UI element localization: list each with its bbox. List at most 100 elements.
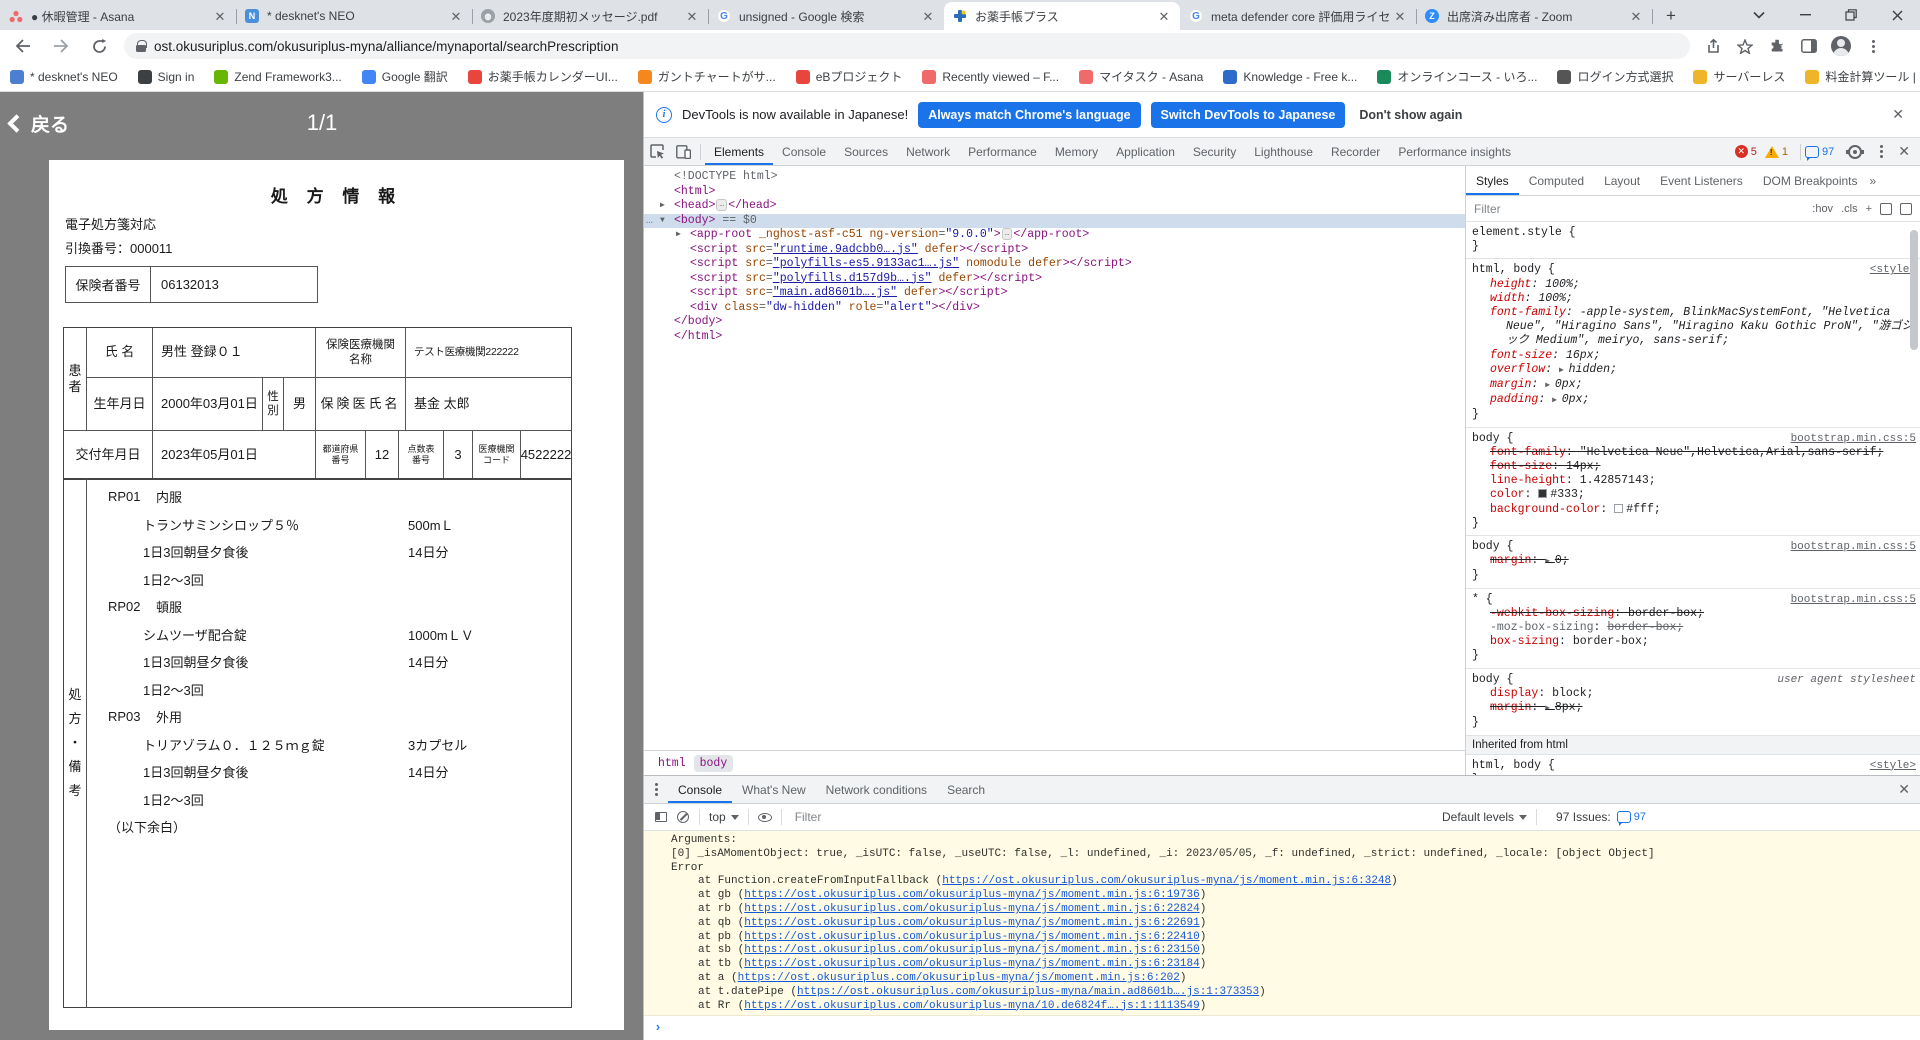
console-stack-line[interactable]: at gb (https://ost.okusuriplus.com/okusu… xyxy=(644,889,1920,903)
drawer-tab-network-conditions[interactable]: Network conditions xyxy=(816,776,937,803)
drawer-tab-search[interactable]: Search xyxy=(937,776,995,803)
tab-close-icon[interactable]: ✕ xyxy=(1156,8,1172,24)
address-bar[interactable]: ost.okusuriplus.com/okusuriplus-myna/all… xyxy=(124,33,1690,59)
bookmark-item[interactable]: ガントチャートがサ... xyxy=(638,68,776,85)
bookmark-item[interactable]: サーバーレス xyxy=(1693,68,1785,85)
bookmark-item[interactable]: Google 翻訳 xyxy=(362,68,448,85)
css-property[interactable]: margin: ▶ 8px; xyxy=(1472,701,1916,716)
inspect-element-icon[interactable] xyxy=(644,139,670,165)
bookmark-item[interactable]: Zend Framework3... xyxy=(214,70,341,84)
css-property[interactable]: font-family: -apple-system, BlinkMacSyst… xyxy=(1472,306,1916,349)
devtools-tab-network[interactable]: Network xyxy=(897,138,959,165)
css-property[interactable]: margin: ▶ 0; xyxy=(1472,554,1916,569)
console-stack-line[interactable]: at sb (https://ost.okusuriplus.com/okusu… xyxy=(644,944,1920,958)
drawer-tab-what's-new[interactable]: What's New xyxy=(732,776,816,803)
minimize-button[interactable] xyxy=(1782,0,1828,30)
shorthand-arrow-icon[interactable]: ▶ xyxy=(1552,396,1562,405)
dom-tree-line[interactable]: …▼<body> == $0 xyxy=(644,214,1465,229)
console-stack-line[interactable]: at rb (https://ost.okusuriplus.com/okusu… xyxy=(644,903,1920,917)
context-selector[interactable]: top xyxy=(705,810,743,824)
styles-tab-event-listeners[interactable]: Event Listeners xyxy=(1650,166,1753,195)
devtools-tab-sources[interactable]: Sources xyxy=(835,138,897,165)
close-window-button[interactable] xyxy=(1874,0,1920,30)
console-message-line[interactable]: Arguments: xyxy=(644,834,1920,848)
css-property[interactable]: background-color: #fff; xyxy=(1472,503,1916,517)
css-rule[interactable]: body {user agent stylesheetdisplay: bloc… xyxy=(1466,669,1920,736)
tab-search-chevron-icon[interactable] xyxy=(1736,0,1782,30)
dom-tree-line[interactable]: <script src="main.ad8601b….js" defer></s… xyxy=(644,286,1465,301)
stylesheet-link[interactable]: bootstrap.min.css:5 xyxy=(1791,432,1916,446)
shorthand-arrow-icon[interactable]: ▶ xyxy=(1559,366,1569,375)
dom-tree-line[interactable]: <!DOCTYPE html> xyxy=(644,170,1465,185)
dom-tree-line[interactable]: </html> xyxy=(644,330,1465,345)
css-property[interactable]: -moz-box-sizing: border-box; xyxy=(1472,621,1916,635)
computed-panel-icon[interactable] xyxy=(1900,203,1912,215)
bookmark-item[interactable]: マイタスク - Asana xyxy=(1079,68,1203,85)
bookmark-item[interactable]: オンラインコース - いろ... xyxy=(1377,68,1537,85)
console-stack-line[interactable]: at tb (https://ost.okusuriplus.com/okusu… xyxy=(644,958,1920,972)
bookmark-item[interactable]: お薬手帳カレンダーUI... xyxy=(468,68,618,85)
error-badge[interactable]: ✕5 xyxy=(1735,145,1757,158)
color-swatch[interactable] xyxy=(1614,504,1623,513)
bookmark-item[interactable]: 料金計算ツール | Mic... xyxy=(1805,68,1920,85)
device-toolbar-icon[interactable] xyxy=(670,139,696,165)
browser-tab-4[interactable]: Gunsigned - Google 検索✕ xyxy=(708,2,944,30)
profile-avatar[interactable] xyxy=(1826,31,1856,61)
dom-tree-line[interactable]: <html> xyxy=(644,185,1465,200)
bookmark-item[interactable]: eBプロジェクト xyxy=(796,68,903,85)
stack-frame-link[interactable]: https://ost.okusuriplus.com/okusuriplus-… xyxy=(744,917,1199,929)
stylesheet-link[interactable]: <style> xyxy=(1870,759,1916,773)
css-rule[interactable]: html, body {<style>} xyxy=(1466,755,1920,775)
devtools-tab-lighthouse[interactable]: Lighthouse xyxy=(1245,138,1322,165)
log-levels-selector[interactable]: Default levels xyxy=(1438,810,1531,824)
stack-frame-link[interactable]: https://ost.okusuriplus.com/okusuriplus-… xyxy=(738,972,1180,984)
dom-tree-line[interactable]: ▶<app-root _nghost-asf-c51 ng-version="9… xyxy=(644,228,1465,243)
issues-badge[interactable]: 97 xyxy=(1805,146,1834,158)
css-rule[interactable]: * {bootstrap.min.css:5-webkit-box-sizing… xyxy=(1466,589,1920,669)
drawer-tab-console[interactable]: Console xyxy=(668,776,732,803)
lock-icon[interactable] xyxy=(136,40,146,52)
dont-show-again-button[interactable]: Don't show again xyxy=(1359,108,1462,122)
styles-tab-styles[interactable]: Styles xyxy=(1466,166,1519,195)
devtools-tab-application[interactable]: Application xyxy=(1107,138,1184,165)
css-property[interactable]: color: #333; xyxy=(1472,488,1916,502)
maximize-restore-button[interactable] xyxy=(1828,0,1874,30)
color-swatch[interactable] xyxy=(1538,489,1547,498)
stack-frame-link[interactable]: https://ost.okusuriplus.com/okusuriplus-… xyxy=(744,931,1199,943)
console-stack-line[interactable]: at Function.createFromInputFallback (htt… xyxy=(644,875,1920,889)
browser-tab-6[interactable]: Gmeta defender core 評価用ライセ✕ xyxy=(1180,2,1416,30)
browser-tab-5[interactable]: お薬手帳プラス✕ xyxy=(944,2,1180,30)
devtools-tab-elements[interactable]: Elements xyxy=(705,138,773,165)
tab-close-icon[interactable]: ✕ xyxy=(684,8,700,24)
back-button[interactable]: 戻る xyxy=(10,110,69,137)
browser-tab-3[interactable]: ◍2023年度期初メッセージ.pdf✕ xyxy=(472,2,708,30)
css-property[interactable]: width: 100%; xyxy=(1472,292,1916,306)
clear-console-icon[interactable] xyxy=(672,806,694,828)
shorthand-arrow-icon[interactable]: ▶ xyxy=(1545,381,1555,390)
browser-tab-1[interactable]: ● 休暇管理 - Asana✕ xyxy=(0,2,236,30)
new-tab-button[interactable]: + xyxy=(1658,3,1684,29)
styles-tab-computed[interactable]: Computed xyxy=(1519,166,1594,195)
new-rule-button[interactable]: + xyxy=(1866,203,1872,215)
back-icon[interactable] xyxy=(8,31,38,61)
css-property[interactable]: font-family: "Helvetica Neue",Helvetica,… xyxy=(1472,446,1916,460)
styles-filter-input[interactable]: Filter xyxy=(1474,202,1804,216)
reload-icon[interactable] xyxy=(84,31,114,61)
styles-tabs-overflow-chevron[interactable]: » xyxy=(1870,174,1877,188)
bookmark-item[interactable]: Knowledge - Free k... xyxy=(1223,70,1357,84)
stylesheet-link[interactable]: user agent stylesheet xyxy=(1777,673,1916,687)
shorthand-arrow-icon[interactable]: ▶ xyxy=(1545,557,1555,566)
console-message-line[interactable]: Error xyxy=(644,862,1920,876)
dom-tree-line[interactable]: <script src="polyfills-es5.9133ac1….js" … xyxy=(644,257,1465,272)
bookmark-item[interactable]: * desknet's NEO xyxy=(10,70,118,84)
bookmark-star-icon[interactable] xyxy=(1730,31,1760,61)
tab-close-icon[interactable]: ✕ xyxy=(1392,8,1408,24)
browser-tab-7[interactable]: Z出席済み出席者 - Zoom✕ xyxy=(1416,2,1652,30)
class-toggle[interactable]: .cls xyxy=(1841,203,1858,215)
console-stack-line[interactable]: at t.datePipe (https://ost.okusuriplus.c… xyxy=(644,986,1920,1000)
dom-tree-line[interactable]: <script src="runtime.9adcbb0….js" defer>… xyxy=(644,243,1465,258)
drawer-close-icon[interactable]: ✕ xyxy=(1894,779,1914,800)
css-property[interactable]: height: 100%; xyxy=(1472,278,1916,292)
devtools-close-icon[interactable]: ✕ xyxy=(1894,141,1914,162)
settings-gear-icon[interactable] xyxy=(1842,139,1868,165)
